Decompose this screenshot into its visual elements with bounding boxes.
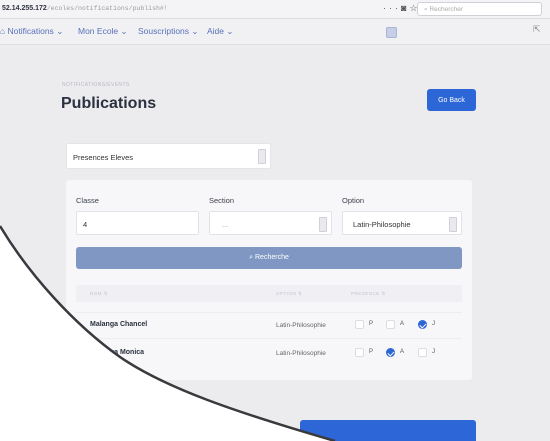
browser-url-bar[interactable]: 52.14.255.172/ecoles/notifications/publi… — [0, 0, 550, 19]
presence-a-checkbox[interactable] — [386, 348, 395, 357]
browser-search-placeholder: Rechercher — [429, 6, 464, 13]
column-header-name[interactable]: NOM ⇅ — [90, 291, 108, 297]
table-header — [76, 285, 462, 302]
option-value: Latin-Philosophie — [353, 220, 411, 229]
student-name: Malanga Chancel — [90, 321, 148, 328]
go-back-button[interactable]: Go Back — [427, 89, 476, 111]
url-host: 52.14.255.172 — [2, 5, 47, 12]
chevron-down-icon: ⌄ — [120, 26, 128, 36]
column-header-presence[interactable]: PRESENCE ⇅ — [351, 291, 386, 297]
presence-a-label: A — [400, 349, 405, 355]
chevron-down-icon: ⌄ — [191, 26, 199, 36]
option-label: Option — [342, 196, 365, 205]
nav-item-mon-ecole[interactable]: Mon Ecole ⌄ — [78, 26, 128, 37]
breadcrumb: NOTIFICATIONS/EVENTS — [62, 82, 130, 88]
presence-j-checkbox[interactable] — [418, 348, 427, 357]
presence-p-checkbox[interactable] — [355, 348, 364, 357]
chevron-down-icon: ⌄ — [226, 26, 234, 36]
publication-type-value: Presences Eleves — [73, 153, 134, 162]
select-arrow-icon — [319, 217, 327, 232]
classe-value: 4 — [83, 220, 88, 229]
select-arrow-icon — [449, 217, 457, 232]
presence-j-label: J — [432, 349, 435, 355]
presence-p-label: P — [369, 349, 374, 355]
url-text[interactable]: 52.14.255.172/ecoles/notifications/publi… — [2, 5, 168, 12]
publication-type-select[interactable]: Presences Eleves — [66, 143, 271, 169]
presence-a-checkbox[interactable] — [386, 320, 395, 329]
publish-button[interactable] — [300, 420, 476, 441]
nav-item-notifications[interactable]: ⌂ Notifications ⌄ — [0, 26, 63, 37]
nav-item-souscriptions[interactable]: Souscriptions ⌄ — [138, 26, 199, 37]
section-value: ... — [222, 220, 229, 229]
presence-p-label: P — [369, 321, 374, 327]
page-title: Publications — [61, 95, 157, 112]
url-path: /ecoles/notifications/publish#! — [46, 5, 168, 12]
presence-p-checkbox[interactable] — [355, 320, 364, 329]
student-option: Latin-Philosophie — [276, 322, 326, 329]
search-button-label: Recherche — [255, 254, 289, 261]
section-label: Section — [209, 196, 235, 205]
student-option: Latin-Philosophie — [276, 350, 326, 357]
app-logo-icon[interactable] — [386, 27, 397, 38]
section-select[interactable]: ... — [209, 211, 332, 235]
presence-a-label: A — [400, 321, 405, 327]
browser-actions: ···◙☆ — [383, 3, 421, 14]
classe-label: Classe — [76, 196, 99, 205]
app-navbar: ⌂ Notifications ⌄ Mon Ecole ⌄ Souscripti… — [0, 19, 550, 45]
row-divider — [76, 338, 462, 339]
logout-icon[interactable]: ⇱ — [533, 24, 541, 35]
column-header-option[interactable]: OPTION ⇅ — [276, 291, 302, 297]
select-arrow-icon — [258, 149, 266, 164]
classe-input[interactable]: 4 — [76, 211, 199, 235]
more-icon[interactable]: ··· — [383, 3, 401, 13]
bell-icon: ⌂ — [0, 26, 8, 36]
presence-j-label: J — [432, 321, 435, 327]
option-select[interactable]: Latin-Philosophie — [342, 211, 462, 235]
student-name: Malanga Monica — [90, 349, 145, 356]
presence-j-checkbox[interactable] — [418, 320, 427, 329]
browser-search-input[interactable]: ⌕ Rechercher — [417, 2, 542, 16]
chevron-down-icon: ⌄ — [56, 26, 64, 36]
search-button[interactable]: ⌕ Recherche — [76, 247, 462, 269]
nav-item-aide[interactable]: Aide ⌄ — [207, 26, 234, 37]
row-divider — [76, 312, 462, 313]
